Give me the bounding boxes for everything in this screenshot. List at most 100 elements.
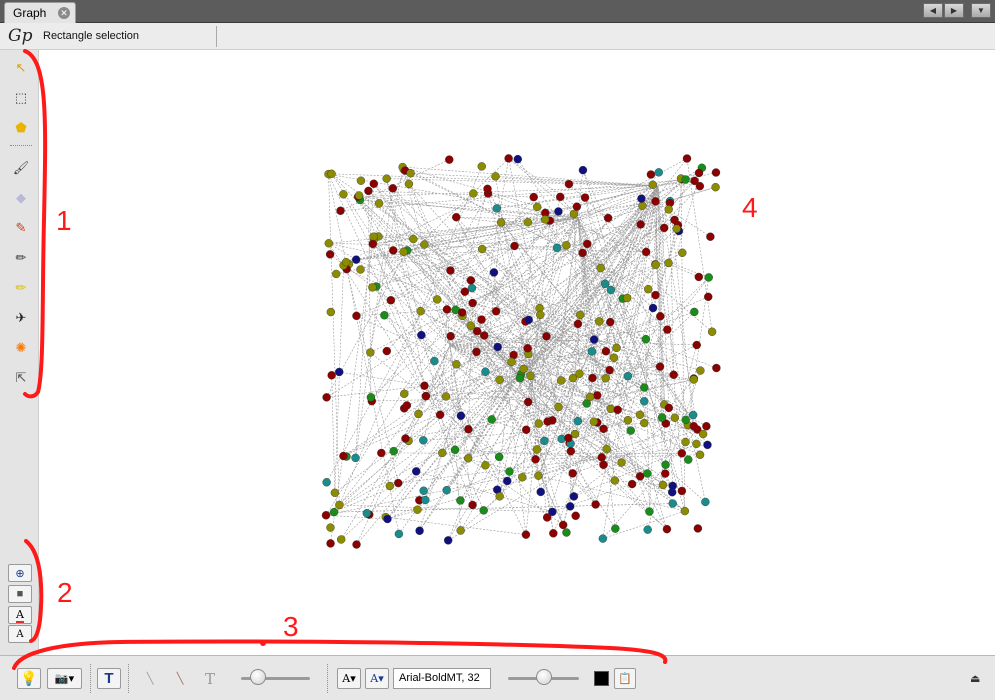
graph-node[interactable] bbox=[481, 367, 490, 376]
graph-node[interactable] bbox=[472, 347, 481, 357]
graph-node[interactable] bbox=[564, 433, 573, 443]
graph-node[interactable] bbox=[572, 202, 582, 211]
graph-node[interactable] bbox=[477, 244, 487, 254]
graph-canvas[interactable] bbox=[40, 50, 991, 655]
graph-node[interactable] bbox=[677, 449, 687, 458]
graph-node[interactable] bbox=[495, 375, 504, 385]
graph-node[interactable] bbox=[450, 445, 460, 454]
airplane-icon[interactable]: ✈ bbox=[11, 308, 31, 328]
graph-node[interactable] bbox=[689, 422, 699, 431]
graph-node[interactable] bbox=[635, 472, 645, 481]
graph-node[interactable] bbox=[670, 413, 680, 422]
graph-node[interactable] bbox=[414, 409, 423, 419]
rectangle-selection-icon[interactable]: ⬚ bbox=[11, 88, 31, 108]
graph-node[interactable] bbox=[670, 215, 679, 225]
graph-node[interactable] bbox=[339, 190, 348, 199]
graph-node[interactable] bbox=[682, 154, 692, 163]
graph-node[interactable] bbox=[522, 425, 531, 434]
graph-node[interactable] bbox=[636, 220, 645, 229]
tab-graph[interactable]: Graph ✕ bbox=[4, 2, 76, 23]
graph-node[interactable] bbox=[406, 168, 415, 178]
graph-node[interactable] bbox=[536, 310, 545, 320]
graph-node[interactable] bbox=[467, 283, 477, 293]
graph-node[interactable] bbox=[389, 246, 398, 255]
graph-node[interactable] bbox=[640, 418, 649, 428]
graph-node[interactable] bbox=[505, 467, 514, 476]
graph-node[interactable] bbox=[469, 189, 478, 198]
graph-node[interactable] bbox=[472, 327, 482, 336]
graph-node[interactable] bbox=[452, 212, 461, 222]
graph-node[interactable] bbox=[515, 373, 525, 383]
font-size-increase-button[interactable]: A ▾ bbox=[365, 668, 389, 689]
graph-node[interactable] bbox=[336, 535, 346, 544]
graph-node[interactable] bbox=[680, 506, 690, 516]
graph-node[interactable] bbox=[386, 296, 396, 305]
graph-node[interactable] bbox=[688, 410, 698, 420]
graph-node[interactable] bbox=[326, 307, 336, 317]
text-tool-button[interactable]: T bbox=[97, 668, 121, 689]
graph-node[interactable] bbox=[456, 411, 466, 420]
graph-node[interactable] bbox=[591, 500, 600, 509]
graph-node[interactable] bbox=[695, 450, 705, 459]
graph-node[interactable] bbox=[623, 293, 632, 303]
graph-node[interactable] bbox=[704, 273, 713, 282]
gear-icon[interactable]: ✺ bbox=[11, 338, 31, 358]
graph-node[interactable] bbox=[542, 513, 552, 522]
graph-node[interactable] bbox=[703, 440, 712, 450]
graph-node[interactable] bbox=[446, 331, 455, 341]
graph-node[interactable] bbox=[707, 327, 717, 336]
graph-node[interactable] bbox=[409, 234, 418, 244]
graph-node[interactable] bbox=[556, 192, 565, 202]
graph-node[interactable] bbox=[487, 415, 496, 424]
graph-node[interactable] bbox=[432, 295, 442, 304]
graph-node[interactable] bbox=[329, 507, 339, 517]
graph-node[interactable] bbox=[585, 392, 595, 402]
graph-node[interactable] bbox=[413, 505, 422, 514]
menu-dropdown-button[interactable]: ▼ bbox=[971, 3, 991, 18]
graph-node[interactable] bbox=[492, 204, 502, 213]
graph-node[interactable] bbox=[491, 307, 501, 316]
graph-node[interactable] bbox=[383, 514, 392, 524]
graph-node[interactable] bbox=[443, 536, 453, 545]
graph-node[interactable] bbox=[692, 439, 701, 449]
close-icon[interactable]: ✕ bbox=[58, 7, 70, 19]
graph-node[interactable] bbox=[601, 347, 611, 356]
graph-node[interactable] bbox=[589, 417, 599, 426]
graph-node[interactable] bbox=[617, 458, 626, 467]
screenshot-button[interactable]: 📷▾ bbox=[47, 668, 82, 689]
graph-node[interactable] bbox=[549, 529, 558, 538]
graph-node[interactable] bbox=[529, 192, 538, 202]
graph-node[interactable] bbox=[562, 528, 571, 537]
graph-node[interactable] bbox=[540, 436, 549, 446]
graph-node[interactable] bbox=[583, 239, 592, 249]
graph-node[interactable] bbox=[483, 184, 492, 194]
graph-node[interactable] bbox=[468, 500, 477, 510]
graph-node[interactable] bbox=[438, 448, 447, 458]
graph-node[interactable] bbox=[339, 451, 348, 461]
graph-node[interactable] bbox=[605, 365, 614, 375]
graph-node[interactable] bbox=[571, 511, 580, 520]
graph-node[interactable] bbox=[421, 391, 431, 401]
graph-node[interactable] bbox=[524, 315, 533, 325]
graph-node[interactable] bbox=[646, 170, 656, 179]
graph-node[interactable] bbox=[612, 343, 621, 353]
graph-node[interactable] bbox=[643, 469, 652, 478]
arrow-pointer-icon[interactable]: ↖ bbox=[11, 58, 31, 78]
graph-node[interactable] bbox=[564, 179, 574, 189]
graph-node[interactable] bbox=[611, 524, 620, 533]
graph-node[interactable] bbox=[456, 526, 465, 535]
graph-node[interactable] bbox=[513, 154, 522, 164]
graph-node[interactable] bbox=[706, 232, 715, 241]
graph-node[interactable] bbox=[664, 258, 673, 268]
graph-node[interactable] bbox=[638, 201, 647, 210]
graph-node[interactable] bbox=[576, 310, 585, 320]
graph-node[interactable] bbox=[596, 263, 605, 273]
graph-node[interactable] bbox=[684, 455, 693, 464]
edge-scale-slider-knob[interactable] bbox=[250, 669, 267, 685]
graph-node[interactable] bbox=[536, 487, 545, 497]
graph-node[interactable] bbox=[321, 511, 331, 520]
zoom-button[interactable]: ⊕ bbox=[8, 564, 32, 582]
graph-node[interactable] bbox=[558, 520, 568, 530]
graph-node[interactable] bbox=[496, 218, 506, 227]
graph-node[interactable] bbox=[364, 186, 373, 196]
